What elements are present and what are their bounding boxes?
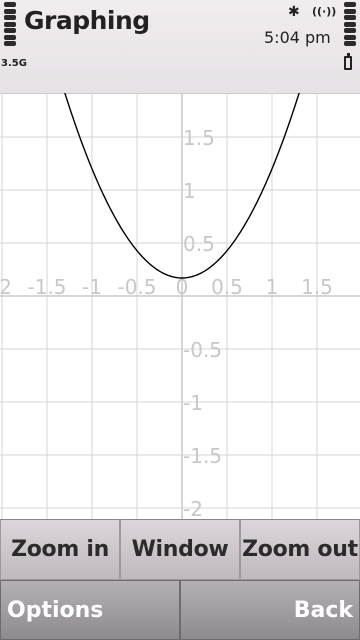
graph-grid xyxy=(0,93,360,519)
y-tick-label: -0.5 xyxy=(183,338,222,362)
signal-strength-icon xyxy=(4,2,16,46)
battery-icon xyxy=(344,53,352,70)
graph-canvas[interactable]: -2-1.5-1-0.500.511.51.510.5-0.5-1-1.5-2 xyxy=(0,93,360,519)
zoom-in-button[interactable]: Zoom in xyxy=(0,519,120,580)
options-softkey[interactable]: Options xyxy=(0,580,180,640)
y-tick-label: 1.5 xyxy=(183,126,215,150)
graph-tick-labels: -2-1.5-1-0.500.511.51.510.5-0.5-1-1.5-2 xyxy=(0,126,333,519)
zoom-toolbar: Zoom in Window Zoom out xyxy=(0,519,360,580)
y-tick-label: 1 xyxy=(183,179,196,203)
y-tick-label: -1.5 xyxy=(183,444,222,468)
y-tick-label: -2 xyxy=(183,497,203,519)
clock: 5:04 pm xyxy=(264,28,331,47)
status-bar: Graphing 3.5G ✱ ((·)) 5:04 pm xyxy=(0,0,360,94)
x-tick-label: 1 xyxy=(266,275,279,299)
y-tick-label: -1 xyxy=(183,391,203,415)
y-tick-label: 0.5 xyxy=(183,232,215,256)
app-title: Graphing xyxy=(24,6,150,35)
x-tick-label: 1.5 xyxy=(301,275,333,299)
window-button[interactable]: Window xyxy=(120,519,240,580)
network-type-label: 3.5G xyxy=(1,58,27,69)
connection-icon: ((·)) xyxy=(312,5,337,18)
x-tick-label: 0.5 xyxy=(211,275,243,299)
battery-level-icon xyxy=(344,2,356,46)
x-tick-label: -1.5 xyxy=(27,275,66,299)
softkey-bar: Options Back xyxy=(0,580,360,640)
bluetooth-icon: ✱ xyxy=(288,4,300,20)
zoom-out-button[interactable]: Zoom out xyxy=(240,519,360,580)
x-tick-label: -2 xyxy=(0,275,12,299)
back-softkey[interactable]: Back xyxy=(180,580,360,640)
x-tick-label: -0.5 xyxy=(117,275,156,299)
x-tick-label: -1 xyxy=(82,275,102,299)
